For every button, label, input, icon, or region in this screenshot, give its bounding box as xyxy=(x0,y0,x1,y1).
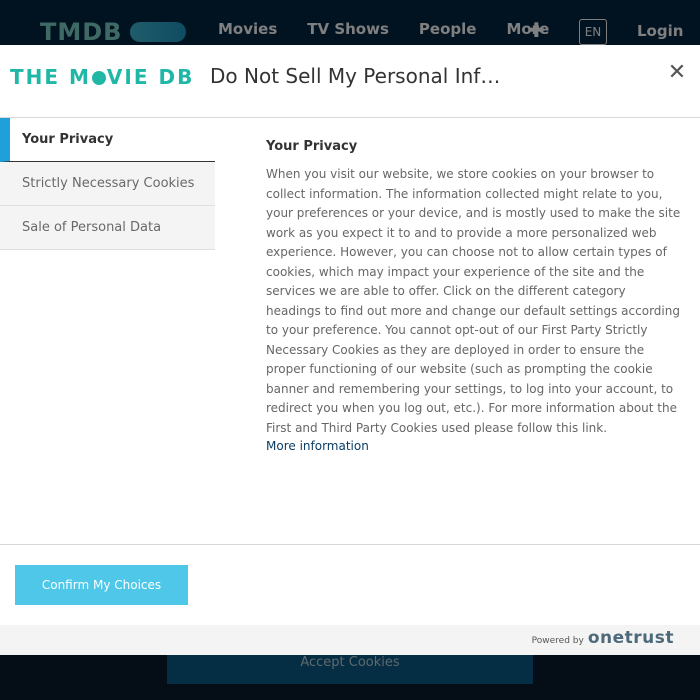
content-body: When you visit our website, we store coo… xyxy=(266,167,681,435)
tab-sale-of-personal-data[interactable]: Sale of Personal Data xyxy=(0,206,215,250)
category-tabs: Your Privacy Strictly Necessary Cookies … xyxy=(0,118,215,250)
onetrust-logo: onetrust xyxy=(587,628,674,648)
brand-logo-part1: THE M xyxy=(10,65,91,89)
brand-logo-part2: VIE DB xyxy=(106,65,195,89)
tab-strictly-necessary-cookies[interactable]: Strictly Necessary Cookies xyxy=(0,162,215,206)
modal-header: THE M VIE DB Do Not Sell My Personal Info… xyxy=(0,45,700,118)
logo-dot-icon xyxy=(91,71,106,85)
onetrust-branding[interactable]: Powered by onetrust xyxy=(532,628,674,648)
modal-footer: Confirm My Choices xyxy=(0,544,700,625)
powered-by-bar: Powered by onetrust xyxy=(0,625,700,655)
powered-by-label: Powered by xyxy=(531,636,584,646)
the-movie-db-logo: THE M VIE DB xyxy=(10,65,194,89)
modal-title: Do Not Sell My Personal Information xyxy=(210,64,510,88)
confirm-my-choices-button[interactable]: Confirm My Choices xyxy=(15,565,188,605)
tab-your-privacy[interactable]: Your Privacy xyxy=(0,118,215,162)
tab-content: Your Privacy When you visit our website,… xyxy=(266,139,684,453)
close-icon[interactable]: ✕ xyxy=(666,61,688,85)
privacy-preference-modal: THE M VIE DB Do Not Sell My Personal Info… xyxy=(0,45,700,655)
content-heading: Your Privacy xyxy=(266,139,358,154)
more-information-link[interactable]: More information xyxy=(266,439,684,453)
